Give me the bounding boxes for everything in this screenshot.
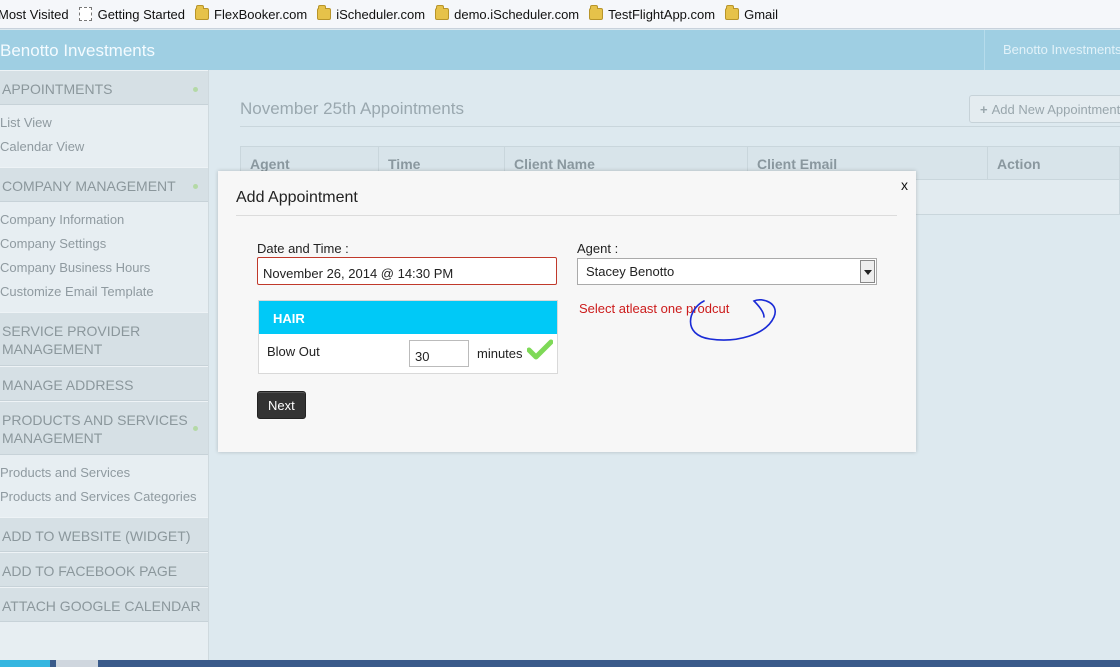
sidebar-item-list-view[interactable]: List View bbox=[0, 111, 208, 135]
add-appointment-button[interactable]: + Add New Appointment bbox=[969, 95, 1120, 123]
sidebar-submenu-company: Company Information Company Settings Com… bbox=[0, 202, 208, 312]
product-category-panel: HAIR Blow Out minutes bbox=[258, 300, 558, 374]
date-time-label: Date and Time : bbox=[257, 241, 349, 256]
date-time-input[interactable] bbox=[257, 257, 557, 285]
brand-title[interactable]: Benotto Investments bbox=[0, 41, 155, 61]
sidebar-submenu-products: Products and Services Products and Servi… bbox=[0, 455, 208, 517]
section-title: SERVICE PROVIDER MANAGEMENT bbox=[2, 323, 141, 357]
folder-icon bbox=[589, 5, 604, 20]
sidebar-item-company-information[interactable]: Company Information bbox=[0, 208, 208, 232]
section-title: COMPANY MANAGEMENT bbox=[2, 178, 176, 194]
expand-dot-icon bbox=[193, 87, 198, 92]
folder-icon bbox=[317, 5, 332, 20]
sidebar-item-company-settings[interactable]: Company Settings bbox=[0, 232, 208, 256]
modal-divider bbox=[236, 215, 897, 216]
bookmark-flexbooker[interactable]: FlexBooker.com bbox=[195, 5, 308, 22]
folder-icon bbox=[435, 5, 450, 20]
bookmark-demo-ischeduler[interactable]: demo.iScheduler.com bbox=[435, 5, 580, 22]
next-button[interactable]: Next bbox=[257, 391, 306, 419]
title-divider bbox=[240, 126, 1120, 127]
folder-icon bbox=[725, 5, 740, 20]
category-header: HAIR bbox=[259, 301, 557, 334]
chevron-down-icon[interactable] bbox=[860, 260, 875, 283]
sidebar-section-products[interactable]: PRODUCTS AND SERVICES MANAGEMENT bbox=[0, 401, 208, 455]
sidebar-section-service-provider[interactable]: SERVICE PROVIDER MANAGEMENT bbox=[0, 312, 208, 366]
expand-dot-icon bbox=[193, 184, 198, 189]
sidebar-section-appointments[interactable]: APPOINTMENTS bbox=[0, 70, 208, 105]
sidebar-section-facebook[interactable]: ADD TO FACEBOOK PAGE bbox=[0, 552, 208, 587]
sidebar-submenu-appointments: List View Calendar View bbox=[0, 105, 208, 167]
section-title: MANAGE ADDRESS bbox=[2, 377, 134, 393]
page-title: November 25th Appointments bbox=[240, 99, 464, 118]
agent-select[interactable]: Stacey Benotto bbox=[577, 258, 877, 285]
agent-selected-value: Stacey Benotto bbox=[586, 264, 675, 279]
bookmark-label: iScheduler.com bbox=[336, 6, 426, 22]
account-menu[interactable]: Benotto Investments bbox=[984, 30, 1120, 70]
sidebar-item-email-template[interactable]: Customize Email Template bbox=[0, 280, 208, 304]
product-name: Blow Out bbox=[267, 344, 320, 359]
sidebar-section-company[interactable]: COMPANY MANAGEMENT bbox=[0, 167, 208, 202]
close-icon[interactable]: x bbox=[901, 177, 908, 193]
bookmark-label: FlexBooker.com bbox=[214, 6, 308, 22]
sidebar-section-widget[interactable]: ADD TO WEBSITE (WIDGET) bbox=[0, 517, 208, 552]
folder-icon bbox=[195, 5, 210, 20]
app-header: Benotto Investments Benotto Investments bbox=[0, 30, 1120, 70]
checkmark-icon[interactable] bbox=[527, 339, 553, 361]
bookmark-label: Getting Started bbox=[97, 6, 186, 22]
duration-input[interactable] bbox=[409, 340, 469, 367]
modal-title: Add Appointment bbox=[236, 189, 358, 206]
add-appointment-modal: Add Appointment x Date and Time : Agent … bbox=[218, 171, 916, 452]
annotation-circle-scribble bbox=[689, 299, 776, 341]
bookmark-label: Most Visited bbox=[0, 6, 69, 22]
bookmark-ischeduler[interactable]: iScheduler.com bbox=[317, 5, 426, 22]
column-header-action: Action bbox=[997, 156, 1041, 172]
taskbar-start[interactable] bbox=[0, 660, 50, 667]
section-title: PRODUCTS AND SERVICES MANAGEMENT bbox=[2, 412, 188, 446]
bookmarks-bar: Most Visited Getting Started FlexBooker.… bbox=[0, 0, 1120, 29]
sidebar-item-products-categories[interactable]: Products and Services Categories bbox=[0, 485, 208, 509]
section-title: APPOINTMENTS bbox=[2, 81, 113, 97]
agent-label: Agent : bbox=[577, 241, 619, 256]
bookmark-label: demo.iScheduler.com bbox=[454, 6, 580, 22]
bookmark-testflight[interactable]: TestFlightApp.com bbox=[589, 5, 716, 22]
add-appointment-label: Add New Appointment bbox=[991, 102, 1120, 117]
bookmark-gmail[interactable]: Gmail bbox=[725, 5, 779, 22]
plus-icon: + bbox=[980, 102, 988, 117]
section-title: ADD TO WEBSITE (WIDGET) bbox=[2, 528, 191, 544]
sidebar-item-business-hours[interactable]: Company Business Hours bbox=[0, 256, 208, 280]
section-title: ADD TO FACEBOOK PAGE bbox=[2, 563, 178, 579]
sidebar-section-google-calendar[interactable]: ATTACH GOOGLE CALENDAR bbox=[0, 587, 208, 622]
bookmark-label: TestFlightApp.com bbox=[608, 6, 716, 22]
os-taskbar bbox=[0, 660, 1120, 667]
section-title: ATTACH GOOGLE CALENDAR bbox=[2, 598, 201, 614]
sidebar: APPOINTMENTS List View Calendar View COM… bbox=[0, 70, 209, 667]
expand-dot-icon bbox=[193, 426, 198, 431]
bookmark-getting-started[interactable]: Getting Started bbox=[78, 6, 186, 22]
duration-unit-label: minutes bbox=[477, 346, 523, 361]
sidebar-section-manage-address[interactable]: MANAGE ADDRESS bbox=[0, 366, 208, 401]
page-icon bbox=[78, 7, 92, 21]
taskbar-item[interactable] bbox=[56, 660, 98, 667]
sidebar-item-products-services[interactable]: Products and Services bbox=[0, 461, 208, 485]
bookmark-most-visited[interactable]: Most Visited bbox=[0, 7, 69, 22]
bookmark-label: Gmail bbox=[744, 6, 779, 22]
sidebar-item-calendar-view[interactable]: Calendar View bbox=[0, 135, 208, 159]
